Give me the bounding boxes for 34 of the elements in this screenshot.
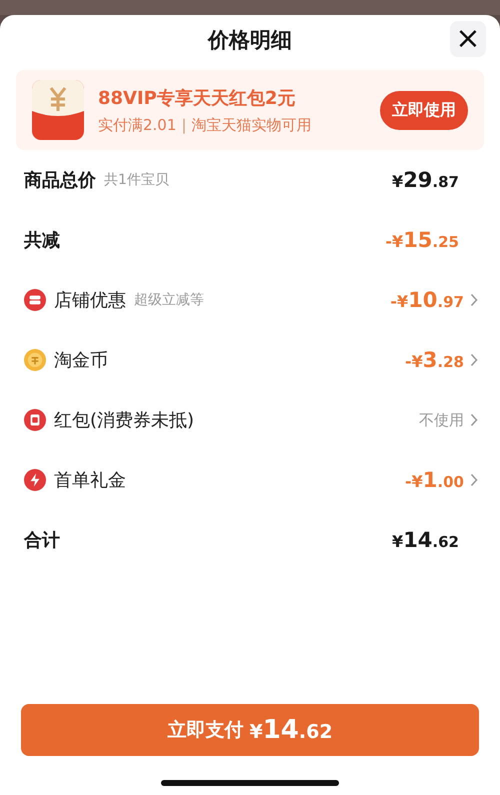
row-label: 共减 — [24, 229, 60, 252]
row-label: 红包(消费券未抵) — [54, 409, 194, 432]
row-note: 共1件宝贝 — [104, 171, 169, 189]
amount: -¥3.28 — [405, 348, 464, 372]
row-label: 店铺优惠 — [54, 289, 126, 312]
chevron-right-icon — [470, 293, 478, 307]
row-label: 商品总价 — [24, 169, 96, 192]
row-value: 不使用 — [419, 410, 464, 430]
row-label: 合计 — [24, 529, 60, 552]
chevron-right-icon — [470, 353, 478, 367]
discount-row[interactable]: 红包(消费券未抵) 不使用 — [16, 390, 484, 450]
chevron-right-icon — [470, 413, 478, 427]
row-note: 超级立减等 — [134, 291, 204, 309]
store-icon — [24, 289, 46, 311]
amount: ¥14.62 — [392, 528, 459, 552]
discount-row[interactable]: 首单礼金 -¥1.00 — [16, 450, 484, 510]
row-label: 首单礼金 — [54, 469, 126, 492]
envelope-icon — [24, 409, 46, 431]
use-now-button[interactable]: 立即使用 — [380, 90, 468, 130]
coin-icon — [24, 349, 46, 371]
amount: -¥1.00 — [405, 468, 464, 492]
amount: -¥10.97 — [390, 288, 464, 312]
close-button[interactable]: × — [450, 21, 486, 57]
row-label: 淘金币 — [54, 349, 108, 372]
promo-terms: 实付满2.01｜淘宝天猫实物可用 — [98, 116, 312, 134]
discount-row[interactable]: 淘金币 -¥3.28 — [16, 330, 484, 390]
lightning-icon — [24, 469, 46, 491]
sheet-title: 价格明细 — [208, 27, 292, 54]
promo-title: 88VIP专享天天红包2元 — [98, 86, 296, 110]
chevron-right-icon — [470, 473, 478, 487]
amount: ¥29.87 — [392, 168, 459, 192]
discount-row[interactable]: 店铺优惠 超级立减等 -¥10.97 — [16, 270, 484, 330]
amount: -¥15.25 — [385, 228, 459, 252]
envelope-icon — [32, 80, 84, 140]
